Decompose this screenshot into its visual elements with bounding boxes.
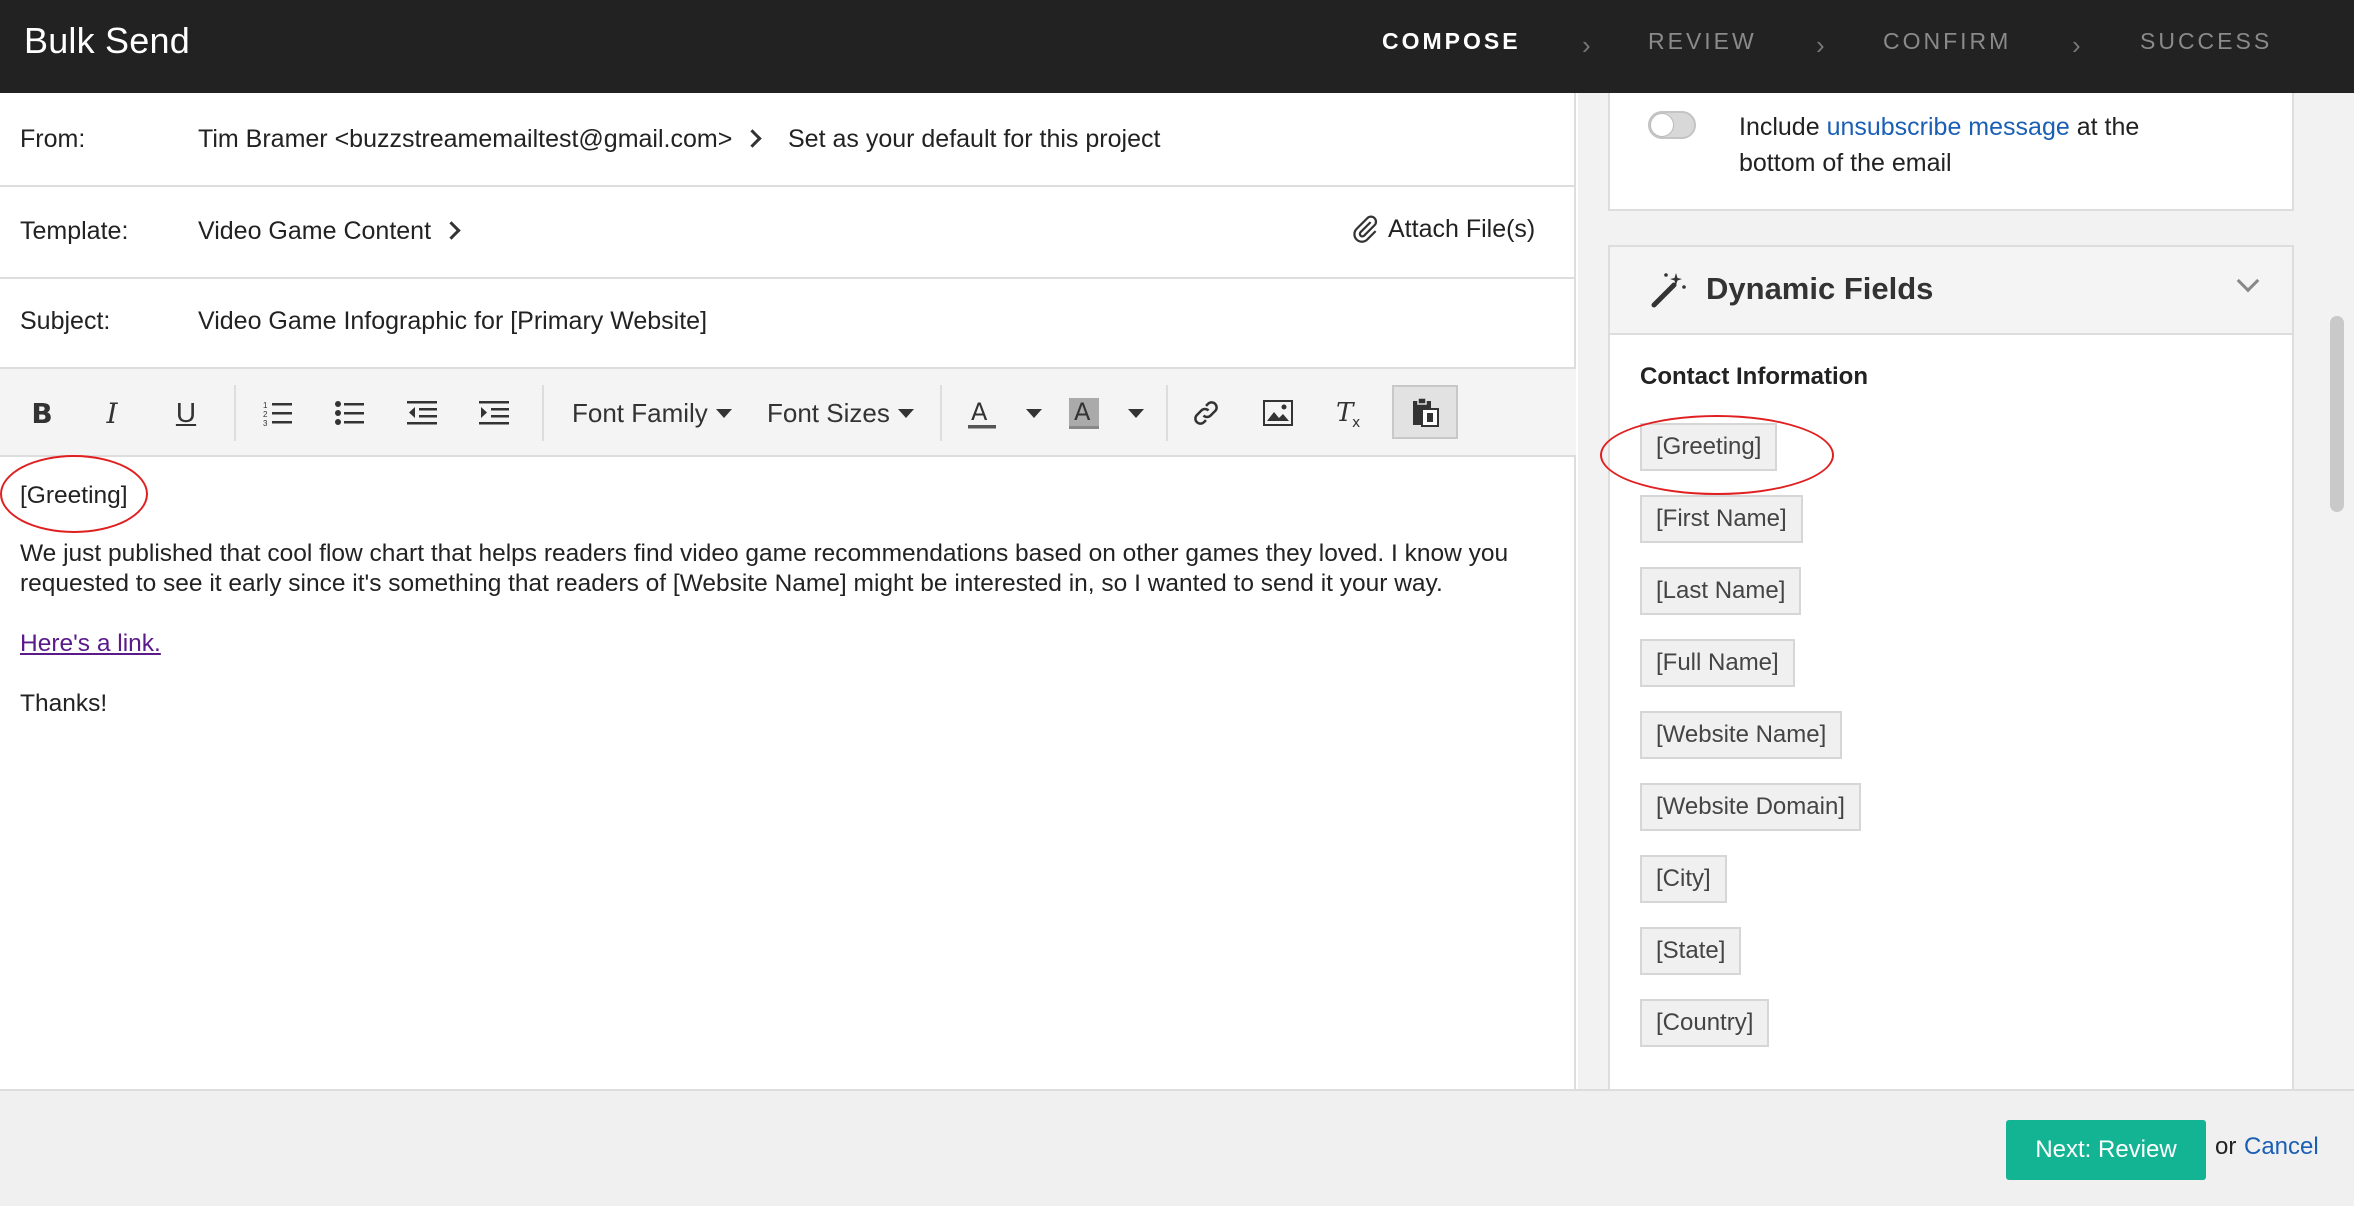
- step-compose[interactable]: COMPOSE: [1382, 28, 1521, 55]
- dynamic-field-chip[interactable]: [State]: [1640, 927, 1742, 975]
- template-value: Video Game Content: [198, 217, 432, 245]
- underline-icon[interactable]: U: [160, 387, 212, 439]
- caret-down-icon: [715, 408, 732, 418]
- template-row: Template: Video Game Content Attach File…: [0, 187, 1576, 279]
- bullet-list-icon[interactable]: [324, 387, 376, 439]
- annotation-circle: [1600, 415, 1834, 495]
- unsubscribe-card: Include unsubscribe message at the botto…: [1608, 93, 2294, 211]
- ordered-list-icon[interactable]: 123: [252, 387, 304, 439]
- from-row: From: Tim Bramer <buzzstreamemailtest@gm…: [0, 93, 1576, 187]
- from-label: From:: [20, 125, 86, 153]
- svg-text:1: 1: [263, 401, 268, 410]
- next-review-button[interactable]: Next: Review: [2006, 1120, 2206, 1180]
- svg-text:A: A: [1074, 398, 1091, 426]
- svg-text:A: A: [971, 398, 988, 426]
- sidebar-panel: Include unsubscribe message at the botto…: [1578, 93, 2354, 1089]
- attach-files-button[interactable]: Attach File(s): [1350, 213, 1535, 245]
- cancel-link[interactable]: Cancel: [2244, 1133, 2319, 1161]
- unsubscribe-text: Include unsubscribe message at the botto…: [1739, 109, 2159, 181]
- highlight-color-caret[interactable]: [1110, 387, 1154, 439]
- subject-row: Subject: Video Game Infographic for [Pri…: [0, 279, 1576, 369]
- unsubscribe-message-link[interactable]: unsubscribe message: [1827, 113, 2070, 141]
- svg-text:x: x: [1352, 415, 1360, 429]
- step-separator-icon: ›: [1582, 30, 1591, 60]
- template-label: Template:: [20, 217, 129, 245]
- image-icon[interactable]: [1252, 387, 1304, 439]
- step-review[interactable]: REVIEW: [1648, 28, 1757, 55]
- email-body-editor[interactable]: [Greeting] We just published that cool f…: [20, 481, 1560, 749]
- toolbar-divider: [542, 385, 544, 441]
- sidebar-scrollbar[interactable]: [2330, 316, 2344, 512]
- toolbar-divider: [1166, 385, 1168, 441]
- chevron-right-icon: [442, 221, 461, 240]
- unsubscribe-toggle[interactable]: [1648, 111, 1696, 139]
- greeting-token: [Greeting]: [20, 482, 128, 509]
- dynamic-field-chip[interactable]: [First Name]: [1640, 495, 1803, 543]
- font-family-dropdown[interactable]: Font Family: [572, 387, 732, 439]
- font-family-label: Font Family: [572, 397, 708, 428]
- wizard-steps: COMPOSE › REVIEW › CONFIRM › SUCCESS: [0, 28, 2354, 68]
- template-selector[interactable]: Video Game Content: [198, 217, 461, 246]
- paste-text-icon[interactable]: [1392, 385, 1458, 439]
- from-selector[interactable]: Tim Bramer <buzzstreamemailtest@gmail.co…: [198, 125, 763, 154]
- dynamic-field-chip[interactable]: [Website Name]: [1640, 711, 1843, 759]
- dynamic-field-chip[interactable]: [Full Name]: [1640, 639, 1795, 687]
- outdent-icon[interactable]: [396, 387, 448, 439]
- step-confirm[interactable]: CONFIRM: [1883, 28, 2011, 55]
- clear-formatting-icon[interactable]: Tx: [1324, 387, 1376, 439]
- chevron-down-icon[interactable]: [2236, 269, 2260, 293]
- svg-text:2: 2: [263, 410, 268, 419]
- chevron-right-icon: [743, 129, 763, 148]
- italic-icon[interactable]: I: [86, 387, 138, 439]
- magic-wand-icon: [1651, 273, 1686, 308]
- caret-down-icon: [897, 408, 914, 418]
- attach-files-label: Attach File(s): [1388, 214, 1536, 243]
- step-separator-icon: ›: [1816, 30, 1825, 60]
- dynamic-field-chip[interactable]: [City]: [1640, 855, 1727, 903]
- step-separator-icon: ›: [2072, 30, 2081, 60]
- text-color-caret[interactable]: [1008, 387, 1052, 439]
- bold-icon[interactable]: B: [16, 387, 68, 439]
- dynamic-fields-header[interactable]: Dynamic Fields: [1610, 247, 2292, 335]
- compose-panel: From: Tim Bramer <buzzstreamemailtest@gm…: [0, 93, 1576, 1089]
- caret-down-icon: [1128, 408, 1144, 418]
- dynamic-field-chip[interactable]: [Last Name]: [1640, 567, 1802, 615]
- font-sizes-label: Font Sizes: [767, 397, 890, 428]
- dynamic-field-chip[interactable]: [Website Domain]: [1640, 783, 1861, 831]
- font-sizes-dropdown[interactable]: Font Sizes: [767, 387, 914, 439]
- highlight-color-icon[interactable]: A: [1058, 387, 1110, 439]
- dynamic-field-chip[interactable]: [Country]: [1640, 999, 1770, 1047]
- subject-label: Subject:: [20, 307, 111, 335]
- top-bar: Bulk Send COMPOSE › REVIEW › CONFIRM › S…: [0, 0, 2354, 93]
- contact-information-title: Contact Information: [1640, 363, 1868, 390]
- footer-bar: Next: Review or Cancel: [0, 1089, 2354, 1206]
- toggle-knob: [1650, 113, 1674, 137]
- toolbar-divider: [234, 385, 236, 441]
- svg-text:3: 3: [263, 419, 268, 427]
- annotation-circle: [0, 455, 148, 533]
- link-icon[interactable]: [1180, 387, 1232, 439]
- dynamic-fields-title: Dynamic Fields: [1706, 271, 1934, 306]
- paperclip-icon: [1353, 215, 1378, 243]
- or-text: or: [2215, 1133, 2237, 1160]
- set-default-link[interactable]: Set as your default for this project: [788, 125, 1160, 154]
- body-paragraph: We just published that cool flow chart t…: [20, 540, 1509, 597]
- caret-down-icon: [1026, 408, 1042, 418]
- toolbar-divider: [940, 385, 942, 441]
- editor-toolbar: B I U 123 Font Family Font Sizes A A T x: [0, 369, 1576, 457]
- signoff-text: Thanks!: [20, 690, 108, 717]
- step-success[interactable]: SUCCESS: [2140, 28, 2272, 55]
- unsub-prefix: Include: [1739, 113, 1827, 141]
- text-color-icon[interactable]: A: [956, 387, 1008, 439]
- indent-icon[interactable]: [468, 387, 520, 439]
- from-value: Tim Bramer <buzzstreamemailtest@gmail.co…: [198, 125, 733, 153]
- dynamic-fields-card: Dynamic Fields Contact Information [Gree…: [1608, 245, 2294, 1089]
- subject-input[interactable]: Video Game Infographic for [Primary Webs…: [198, 307, 707, 336]
- body-link[interactable]: Here's a link.: [20, 630, 161, 657]
